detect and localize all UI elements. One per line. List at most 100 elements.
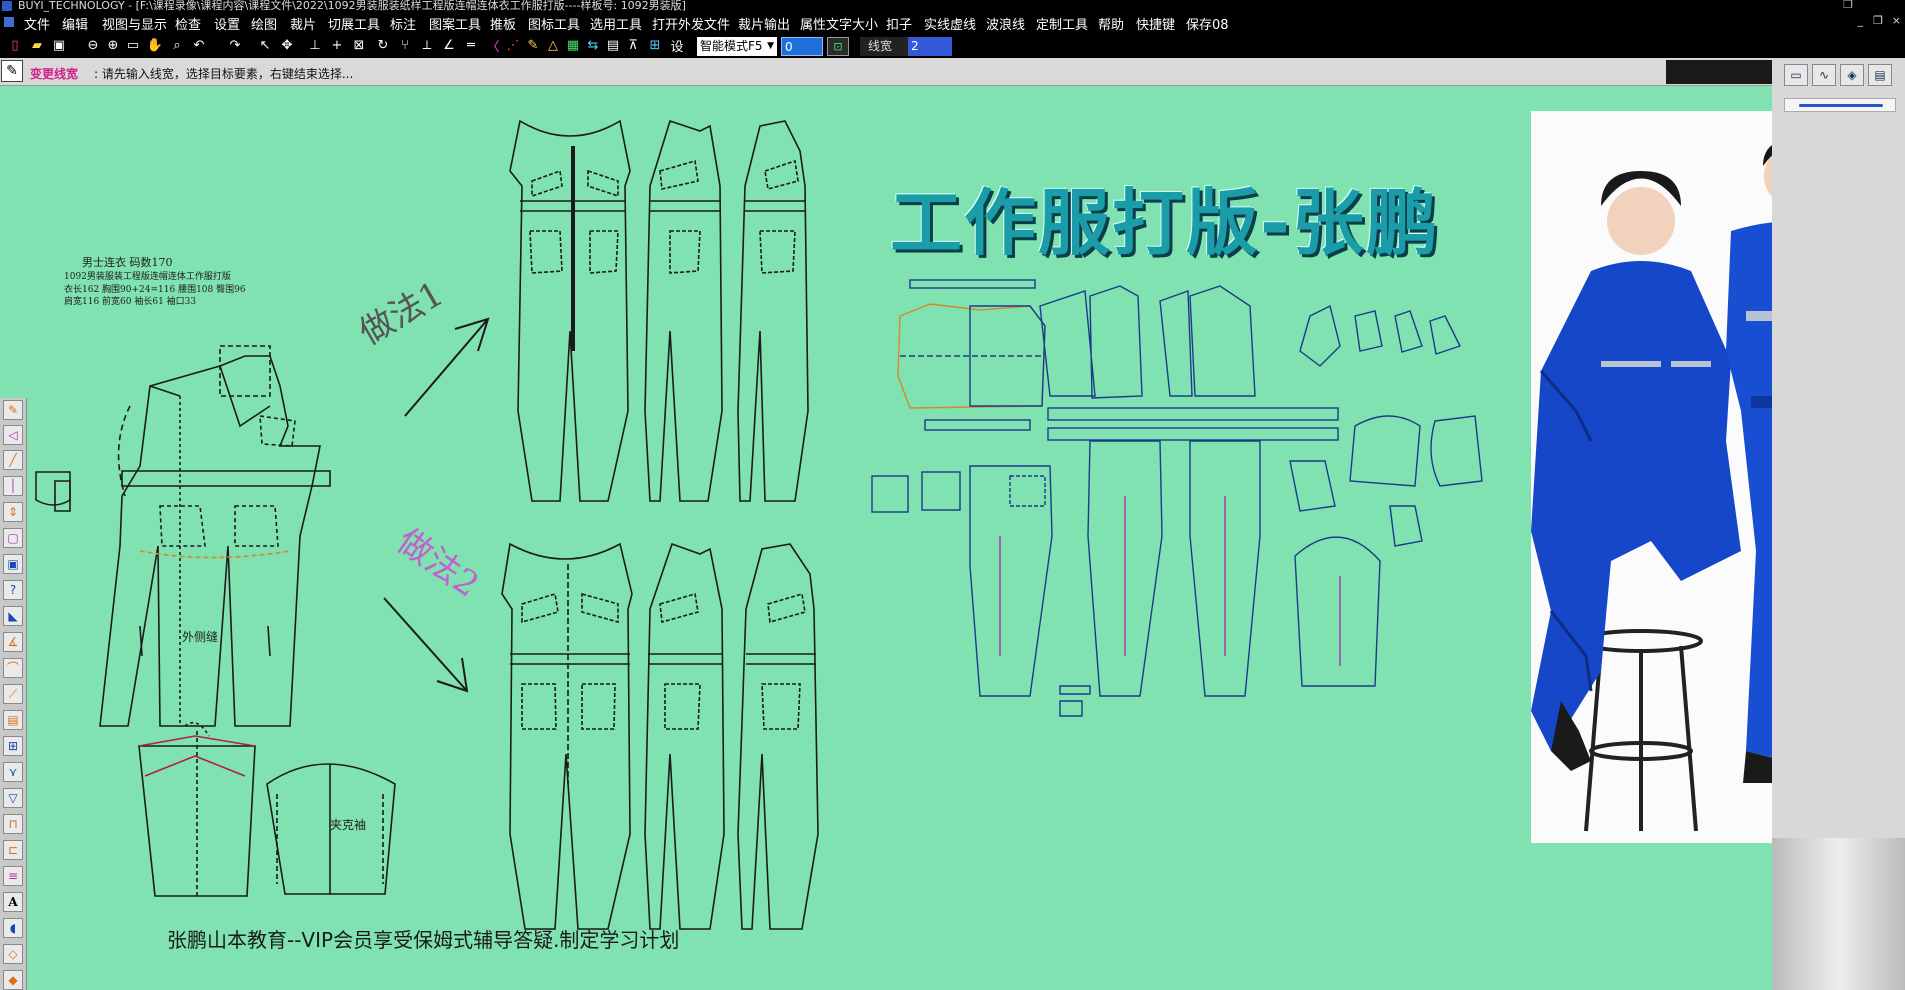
right-panel-slider[interactable] [1784, 98, 1896, 112]
line-angle-icon[interactable]: ∠ [440, 36, 458, 54]
menu-attr-text-size[interactable]: 属性文字大小 [800, 14, 878, 33]
vertical-line-icon[interactable]: │ [3, 476, 23, 496]
select-arrow-icon[interactable]: ↖ [256, 36, 274, 54]
piece-list-icon[interactable]: ▭ [1784, 64, 1808, 86]
menu-buttons[interactable]: 扣子 [886, 14, 912, 33]
menu-settings[interactable]: 设置 [214, 14, 240, 33]
menu-shortcuts[interactable]: 快捷键 [1136, 14, 1175, 33]
hood-piece [135, 721, 260, 906]
menu-annotate[interactable]: 标注 [390, 14, 416, 33]
open-folder-icon[interactable]: ▰ [28, 36, 46, 54]
parallel-line-icon[interactable]: ═ [462, 36, 480, 54]
square-tool-icon[interactable]: ▣ [3, 554, 23, 574]
menu-edit[interactable]: 编辑 [62, 14, 88, 33]
fit-screen-icon[interactable]: ▭ [124, 36, 142, 54]
fold-icon[interactable]: ✎ [524, 36, 542, 54]
auto-piece-icon[interactable]: ⊞ [646, 36, 664, 54]
slash-tool-icon[interactable]: ⟋ [3, 684, 23, 704]
bottom-tool-icon[interactable]: ◆ [3, 970, 23, 990]
dimension-icon[interactable]: ⇕ [3, 502, 23, 522]
menu-icon-tools[interactable]: 图标工具 [528, 14, 580, 33]
confirm-icon[interactable]: ⊡ [827, 37, 849, 56]
linewidth-label: 线宽 [860, 37, 908, 56]
dart-icon[interactable]: △ [544, 36, 562, 54]
menu-select-tools[interactable]: 选用工具 [590, 14, 642, 33]
restore-doc-icon[interactable]: ❐ [1873, 14, 1883, 27]
cutting-pieces [870, 276, 1520, 826]
menu-solid-dashed[interactable]: 实线虚线 [924, 14, 976, 33]
curve-tool-icon[interactable]: ∿ [1812, 64, 1836, 86]
grain-line-icon[interactable]: ⇆ [584, 36, 602, 54]
menu-bar: 文件 编辑 视图与显示 检查 设置 绘图 裁片 切展工具 标注 图案工具 推板 … [0, 12, 1905, 33]
boot-shape-icon[interactable]: ◣ [3, 606, 23, 626]
pen-tool-icon[interactable]: ✎ [3, 400, 23, 420]
align-icon[interactable]: ⊥ [306, 36, 324, 54]
lines-tool-icon[interactable]: ≡ [3, 866, 23, 886]
ruler-tool-icon[interactable]: ⊓ [3, 814, 23, 834]
angle-tool-icon[interactable]: ∡ [3, 632, 23, 652]
zoom-out-icon[interactable]: ⊖ [84, 36, 102, 54]
drawing-canvas[interactable]: 男士连衣 码数170 1092男装服装工程版连帽连体工作服打版 衣长162 胸围… [0, 86, 1772, 990]
stack-tool-icon[interactable]: ▤ [3, 710, 23, 730]
perpendicular-icon[interactable]: ⟂ [418, 36, 436, 54]
redo-icon[interactable]: ↷ [226, 36, 244, 54]
layer-tool-icon[interactable]: ◈ [1840, 64, 1864, 86]
text-tool-icon[interactable]: 设 [668, 36, 686, 55]
help-icon[interactable]: ? [3, 580, 23, 600]
zoom-in-icon[interactable]: ⊕ [104, 36, 122, 54]
right-panel: ▭ ∿ ◈ ▤ [1772, 58, 1905, 990]
pattern-piece-icon[interactable]: ▤ [604, 36, 622, 54]
menu-view[interactable]: 视图与显示 [102, 14, 167, 33]
menu-wavy-line[interactable]: 波浪线 [986, 14, 1025, 33]
notch-icon[interactable]: ⊼ [624, 36, 642, 54]
step-tool-icon[interactable]: ⊏ [3, 840, 23, 860]
notch-left-icon[interactable]: ◖ [3, 918, 23, 938]
measure-icon[interactable]: ⊠ [350, 36, 368, 54]
undo-icon[interactable]: ↶ [190, 36, 208, 54]
menu-pattern-tools[interactable]: 图案工具 [429, 14, 481, 33]
rotate-icon[interactable]: ↻ [374, 36, 392, 54]
minimize-icon[interactable]: _ [1858, 14, 1864, 27]
fan-tool-icon[interactable]: ⋎ [3, 762, 23, 782]
menu-save08[interactable]: 保存08 [1186, 14, 1229, 33]
menu-custom-tools[interactable]: 定制工具 [1036, 14, 1088, 33]
save-icon[interactable]: ▣ [50, 36, 68, 54]
footer-banner: 张鹏山本教育--VIP会员享受保姆式辅导答疑.制定学习计划 [167, 928, 680, 952]
document-icon[interactable] [4, 17, 14, 27]
cross-point-icon[interactable]: + [328, 36, 346, 54]
fork-icon[interactable]: ⑂ [396, 36, 414, 54]
arc-tool-icon[interactable]: ⌒ [3, 658, 23, 678]
restore-icon[interactable]: ❐ [1843, 0, 1853, 11]
table-tool-icon[interactable]: ▤ [1868, 64, 1892, 86]
zoom-window-icon[interactable]: ⌕ [168, 36, 186, 54]
text-a-icon[interactable]: A [3, 892, 23, 912]
menu-grading[interactable]: 推板 [490, 14, 516, 33]
line-tool-icon[interactable]: ╱ [3, 450, 23, 470]
rectangle-tool-icon[interactable]: ▢ [3, 528, 23, 548]
right-panel-scroll[interactable] [1772, 838, 1905, 990]
curve-tool-left-icon[interactable]: ◁ [3, 425, 23, 445]
new-file-icon[interactable]: ▯ [6, 36, 24, 54]
product-photo [1531, 111, 1772, 843]
tag-tool-icon[interactable]: ◇ [3, 944, 23, 964]
menu-slash-spread[interactable]: 切展工具 [328, 14, 380, 33]
mode-select[interactable]: 智能模式F5 ▼ [697, 37, 777, 56]
number-input[interactable]: 0 [781, 37, 823, 56]
pan-hand-icon[interactable]: ✋ [146, 36, 164, 54]
menu-draw[interactable]: 绘图 [251, 14, 277, 33]
menu-open-external[interactable]: 打开外发文件 [652, 14, 730, 33]
menu-file[interactable]: 文件 [24, 14, 50, 33]
grid-tool-icon[interactable]: ⊞ [3, 736, 23, 756]
move-icon[interactable]: ✥ [278, 36, 296, 54]
menu-pieces[interactable]: 裁片 [290, 14, 316, 33]
linewidth-input[interactable]: 2 [908, 37, 952, 56]
curve-pen-icon[interactable]: 〈 [484, 36, 502, 55]
menu-check[interactable]: 检查 [175, 14, 201, 33]
close-icon[interactable]: × [1892, 14, 1901, 27]
funnel-tool-icon[interactable]: ▽ [3, 788, 23, 808]
color-grid-icon[interactable]: ▦ [564, 36, 582, 54]
menu-help[interactable]: 帮助 [1098, 14, 1124, 33]
dash-line-icon[interactable]: ⋰ [504, 36, 522, 54]
menu-piece-output[interactable]: 裁片输出 [738, 14, 790, 33]
line-width-tool-icon[interactable]: ✎ [1, 60, 23, 82]
